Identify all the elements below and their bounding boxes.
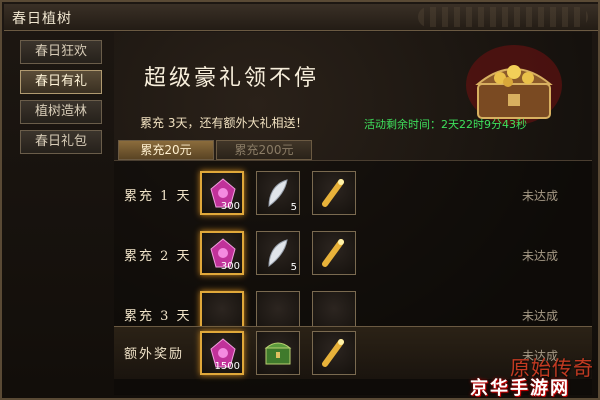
banner-title: 超级豪礼领不停 — [144, 66, 320, 91]
scroll-icon[interactable] — [312, 171, 356, 215]
title-bar: 春日植树 — [4, 4, 598, 31]
row-status: 未达成 — [521, 249, 558, 263]
sidebar-item-spring-pack[interactable]: 春日礼包 — [20, 130, 102, 154]
gem-icon[interactable]: 300 — [200, 171, 244, 215]
chest-box-icon[interactable] — [256, 331, 300, 375]
dragon-ornament-icon — [418, 7, 588, 27]
feather-icon[interactable]: 5 — [256, 231, 300, 275]
scroll-icon[interactable] — [312, 231, 356, 275]
countdown-timer: 活动剩余时间：2天22时9分43秒 — [364, 118, 527, 131]
item-quantity: 300 — [220, 201, 240, 212]
game-window: 春日植树 春日狂欢 春日有礼 植树造林 春日礼包 超级豪礼领不停 累充 3天，还… — [0, 0, 600, 400]
window-title: 春日植树 — [12, 11, 72, 27]
row-label: 累充 3 天 — [124, 309, 192, 324]
tab-recharge-20[interactable]: 累充20元 — [118, 140, 214, 160]
gem-icon[interactable]: 300 — [200, 231, 244, 275]
row-status: 未达成 — [521, 189, 558, 203]
item-quantity: 300 — [220, 261, 240, 272]
scroll-icon[interactable] — [312, 331, 356, 375]
row-label: 累充 2 天 — [124, 249, 192, 264]
row-label: 累充 1 天 — [124, 189, 192, 204]
item-quantity: 5 — [290, 262, 297, 273]
sidebar-item-spring-carnival[interactable]: 春日狂欢 — [20, 40, 102, 64]
sidebar: 春日狂欢 春日有礼 植树造林 春日礼包 — [10, 36, 110, 366]
reward-row: 累充 1 天 300 5 未达成 — [114, 167, 592, 223]
feather-icon[interactable]: 5 — [256, 171, 300, 215]
item-quantity: 5 — [290, 202, 297, 213]
item-quantity: 1500 — [214, 361, 240, 372]
gem-icon[interactable]: 1500 — [200, 331, 244, 375]
tab-recharge-200[interactable]: 累充200元 — [216, 140, 312, 160]
main-content: 超级豪礼领不停 累充 3天，还有额外大礼相送！ 活动剩余时间：2天22时9分43… — [114, 32, 592, 395]
bonus-label: 额外奖励 — [124, 347, 185, 362]
row-status: 未达成 — [521, 309, 558, 323]
site-watermark: 京华手游网 — [470, 378, 570, 399]
sidebar-item-spring-gift[interactable]: 春日有礼 — [20, 70, 102, 94]
banner-subtitle: 累充 3天，还有额外大礼相送！ — [140, 116, 308, 130]
reward-row: 累充 2 天 300 5 未达成 — [114, 227, 592, 283]
sidebar-item-tree-planting[interactable]: 植树造林 — [20, 100, 102, 124]
